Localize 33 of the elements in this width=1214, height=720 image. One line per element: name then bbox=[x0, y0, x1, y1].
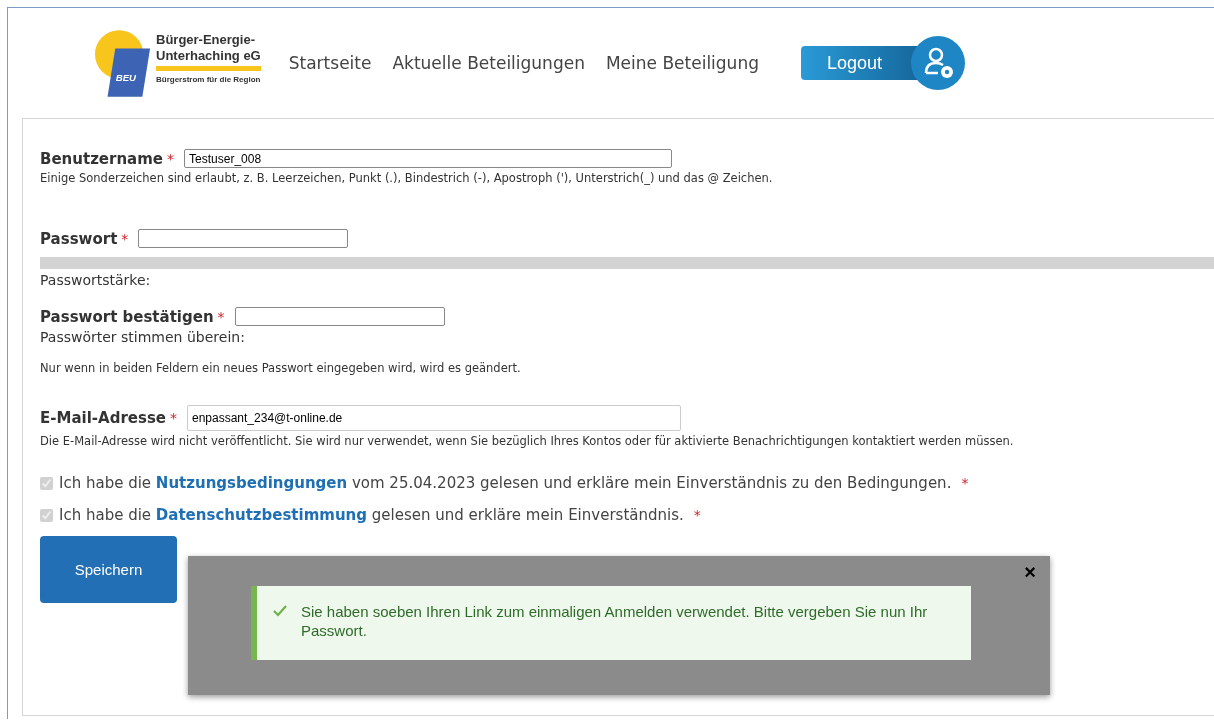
match-label: Passwörter stimmen überein: bbox=[40, 329, 246, 345]
username-field[interactable]: Testuser_008 bbox=[184, 149, 673, 168]
confirm-password-field[interactable] bbox=[234, 307, 445, 326]
required-marker: * bbox=[121, 230, 129, 247]
strength-label: Passwortstärke: bbox=[40, 272, 152, 288]
logo-name: Bürger-Energie- bbox=[156, 32, 255, 48]
field-hint: Die E-Mail-Adresse wird nicht veröffentlicht. Sie wird nur verwendet, wenn Sie bezüglich Ihres Kontos oder für aktivierte Benachrichtigungen kontaktiert werden müssen. bbox=[40, 434, 1015, 448]
required-marker: * bbox=[217, 308, 225, 325]
field-hint: Einige Sonderzeichen sind erlaubt, z. B. Leerzeichen, Punkt (.), Bindestrich (-), Apostroph ('), Unterstrich(_) und das @ Zeichen. bbox=[40, 171, 774, 185]
consent-text: Ich habe die Nutzungsbedingungen vom 25.04.2023 gelesen und erkläre mein Einverständnis zu den Bedingungen. bbox=[59, 474, 952, 492]
message-text: Sie haben soeben Ihren Link zum einmaligen Anmelden verwendet. Bitte vergeben Sie nun Ihr Passwort. bbox=[301, 602, 929, 640]
field-label: Passwort bbox=[40, 229, 118, 248]
check-icon bbox=[273, 605, 287, 617]
required-marker: * bbox=[693, 507, 701, 523]
field-label: Benutzername bbox=[40, 149, 164, 168]
logo-tagline: Bürgerstrom für die Region bbox=[156, 75, 261, 84]
logo-drawing: BEU bbox=[94, 28, 152, 98]
logo-name: Unterhaching eG bbox=[156, 48, 261, 71]
field-label: Passwort bestätigen bbox=[40, 307, 214, 326]
field-hint: Nur wenn in beiden Feldern ein neues Passwort eingegeben wird, wird es geändert. bbox=[40, 361, 522, 375]
email-field[interactable]: enpassant_234@t-online.de bbox=[187, 405, 681, 431]
field-label: E-Mail-Adresse bbox=[40, 409, 166, 427]
password-field[interactable] bbox=[138, 229, 349, 248]
required-marker: * bbox=[167, 150, 175, 167]
required-marker: * bbox=[961, 475, 969, 491]
nav-link[interactable]: Startseite bbox=[288, 53, 372, 73]
close-button[interactable]: × bbox=[1020, 562, 1040, 582]
required-marker: * bbox=[170, 410, 177, 426]
user-settings-icon[interactable] bbox=[910, 36, 965, 90]
nav-link[interactable]: Aktuelle Beteiligungen bbox=[392, 53, 585, 73]
save-button[interactable]: Speichern bbox=[40, 536, 177, 603]
nav-link[interactable]: Meine Beteiligung bbox=[605, 53, 759, 73]
consent-text: Ich habe die Datenschutzbestimmung gelesen und erkläre mein Einverständnis. bbox=[59, 506, 684, 524]
